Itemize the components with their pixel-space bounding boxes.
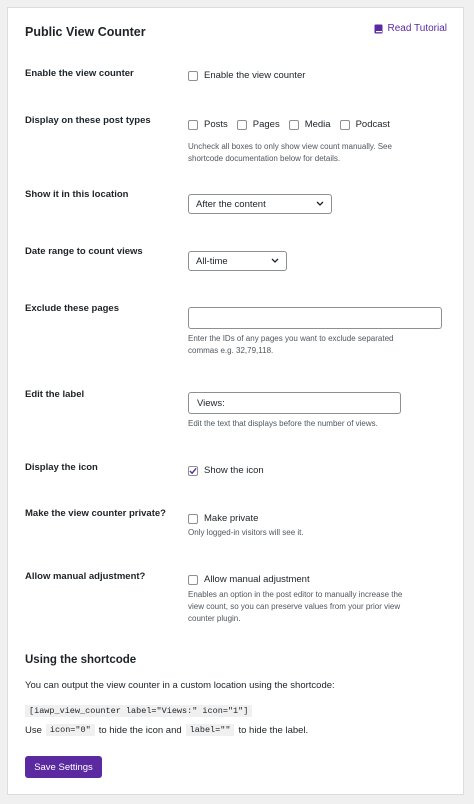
post-types-help-line: Uncheck all boxes to only show view coun…	[188, 142, 392, 151]
podcast-label: Podcast	[355, 119, 390, 130]
exclude-help-line: Enter the IDs of any pages you want to e…	[188, 334, 394, 343]
location-selected: After the content	[196, 198, 266, 210]
manual-adjustment-label: Allow manual adjustment	[204, 574, 310, 585]
edit-label-label: Edit the label	[25, 389, 85, 400]
manual-adjustment-checkbox[interactable]	[188, 574, 198, 585]
edit-label-help: Edit the text that displays before the n…	[188, 419, 378, 428]
make-private-row[interactable]: Make private	[188, 513, 258, 524]
chevron-down-icon	[316, 201, 324, 206]
chevron-down-icon	[271, 258, 279, 263]
date-range-selected: All-time	[196, 255, 228, 267]
exclude-input[interactable]	[188, 307, 442, 329]
code-label-empty: label=""	[185, 724, 235, 736]
manual-help: Enables an option in the post editor to …	[188, 589, 402, 625]
enable-label: Enable the view counter	[25, 68, 134, 79]
show-icon-row[interactable]: Show the icon	[188, 465, 264, 476]
shortcode-usage: Use icon="0" to hide the icon and label=…	[25, 724, 308, 736]
shortcode-code-text: [iawp_view_counter label="Views:" icon="…	[25, 705, 253, 717]
posts-checkbox[interactable]	[188, 119, 198, 130]
show-icon-label: Show the icon	[204, 465, 264, 476]
exclude-help: Enter the IDs of any pages you want to e…	[188, 333, 393, 357]
post-type-posts[interactable]: Posts	[188, 119, 228, 130]
post-type-podcast[interactable]: Podcast	[339, 119, 390, 130]
post-types-help: Uncheck all boxes to only show view coun…	[188, 141, 392, 165]
posts-label: Posts	[204, 119, 228, 130]
display-icon-label: Display the icon	[25, 462, 98, 473]
enable-checkbox-label: Enable the view counter	[204, 70, 306, 81]
manual-help-line: Enables an option in the post editor to …	[188, 590, 403, 599]
make-private-checkbox[interactable]	[188, 513, 198, 524]
show-icon-checkbox[interactable]	[188, 465, 198, 476]
make-private-label: Make private	[204, 513, 259, 524]
usage-middle: to hide the icon and	[98, 724, 182, 736]
media-checkbox[interactable]	[288, 119, 299, 130]
post-type-media[interactable]: Media	[288, 119, 331, 130]
media-label: Media	[304, 119, 331, 130]
post-type-pages[interactable]: Pages	[236, 119, 280, 130]
pages-checkbox[interactable]	[236, 119, 247, 130]
podcast-checkbox[interactable]	[339, 119, 350, 130]
exclude-label: Exclude these pages	[25, 303, 119, 314]
usage-prefix: Use	[25, 724, 42, 736]
book-icon	[374, 24, 383, 33]
usage-suffix: to hide the label.	[238, 724, 309, 736]
exclude-help-line: commas e.g. 32,79,118.	[188, 346, 274, 355]
edit-label-value: Views:	[197, 397, 225, 409]
post-types-group: Posts Pages Media Podcast	[188, 119, 390, 130]
page-title: Public View Counter	[25, 25, 146, 39]
save-settings-button[interactable]: Save Settings	[25, 756, 102, 778]
location-select[interactable]: After the content	[188, 194, 332, 214]
edit-label-input[interactable]: Views:	[188, 392, 401, 414]
checkmark-icon	[189, 467, 197, 474]
shortcode-code: [iawp_view_counter label="Views:" icon="…	[25, 700, 253, 718]
location-label: Show it in this location	[25, 189, 129, 200]
manual-help-line: view count, so you can preserve values f…	[188, 602, 401, 611]
post-types-label: Display on these post types	[25, 115, 151, 126]
date-range-label: Date range to count views	[25, 246, 143, 257]
manual-adjustment-row[interactable]: Allow manual adjustment	[188, 574, 310, 585]
date-range-select[interactable]: All-time	[188, 251, 287, 271]
manual-help-line: counter plugin.	[188, 614, 241, 623]
read-tutorial-link[interactable]: Read Tutorial	[374, 23, 447, 34]
private-label: Make the view counter private?	[25, 508, 166, 519]
enable-checkbox-row[interactable]: Enable the view counter	[188, 70, 305, 81]
pages-label: Pages	[252, 119, 280, 130]
manual-label: Allow manual adjustment?	[25, 571, 146, 582]
private-help: Only logged-in visitors will see it.	[188, 528, 304, 537]
settings-panel: Public View Counter Read Tutorial Enable…	[7, 7, 464, 795]
enable-checkbox[interactable]	[188, 70, 198, 81]
read-tutorial-label: Read Tutorial	[387, 23, 447, 34]
shortcode-intro: You can output the view counter in a cus…	[25, 680, 335, 691]
code-icon-zero: icon="0"	[45, 724, 95, 736]
shortcode-title: Using the shortcode	[25, 654, 137, 666]
post-types-help-line: shortcode documentation below for detail…	[188, 154, 341, 163]
